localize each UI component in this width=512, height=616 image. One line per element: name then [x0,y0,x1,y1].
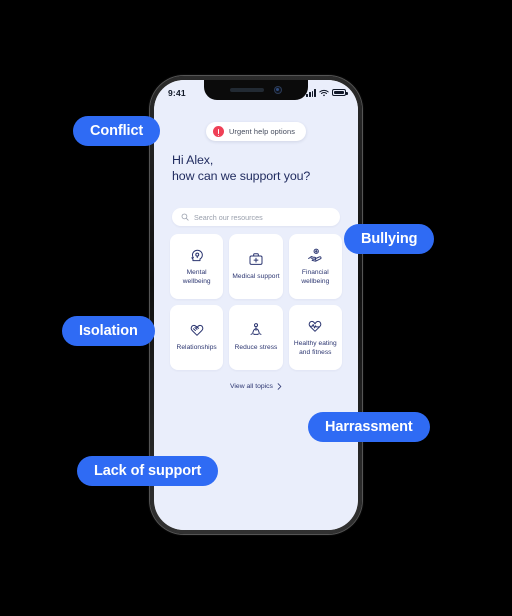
search-icon [181,213,189,221]
search-bar[interactable] [172,208,340,226]
illustration-canvas: 9:41 Urgent help options Hi Alex, how ca… [0,0,512,616]
tag-label: Isolation [79,323,138,339]
topic-card-label: Reduce stress [234,344,278,352]
tag-label: Lack of support [94,463,202,479]
view-all-topics-label: View all topics [230,383,273,390]
heart-handshake-icon [189,322,205,338]
tag-conflict[interactable]: Conflict [73,116,161,146]
tag-isolation[interactable]: Isolation [62,316,155,346]
front-camera-icon [274,86,282,94]
tag-lack-of-support[interactable]: Lack of support [77,456,219,486]
head-mind-pin-icon [189,247,205,263]
battery-full-icon [332,89,348,96]
topic-card-label: Healthy eating and fitness [293,339,337,356]
search-input[interactable] [194,212,331,222]
topic-card-healthy-eating-and-fitness[interactable]: Healthy eating and fitness [288,305,342,370]
tag-label: Harrassment [325,419,413,435]
medical-kit-icon [248,251,264,267]
greeting-line-1: Hi Alex, [172,153,214,167]
topic-card-medical-support[interactable]: Medical support [229,234,283,299]
tag-bullying[interactable]: Bullying [344,224,435,254]
urgent-help-label: Urgent help options [229,127,295,136]
phone-notch [204,80,308,100]
status-bar-time: 9:41 [168,87,186,98]
wifi-icon [319,89,329,96]
meditation-person-icon [248,322,264,338]
earpiece-speaker [230,88,264,92]
heart-pulse-icon [307,318,323,334]
status-bar-icons [306,89,348,97]
topic-card-mental-wellbeing[interactable]: Mental wellbeing [170,234,224,299]
tag-label: Conflict [90,123,144,139]
topic-card-label: Financial wellbeing [301,268,330,285]
tag-harrassment[interactable]: Harrassment [308,412,430,442]
hand-coin-icon [307,247,323,263]
topic-grid: Mental wellbeing Medical support Financi… [170,234,342,370]
chevron-right-icon [277,383,282,390]
view-all-topics-link[interactable]: View all topics [154,383,358,390]
topic-card-label: Relationships [176,344,217,352]
topic-card-reduce-stress[interactable]: Reduce stress [229,305,283,370]
topic-card-label: Medical support [232,273,280,281]
greeting-heading: Hi Alex, how can we support you? [172,152,342,184]
topic-card-financial-wellbeing[interactable]: Financial wellbeing [288,234,342,299]
greeting-line-2: how can we support you? [172,169,311,183]
topic-card-label: Mental wellbeing [182,268,211,285]
urgent-help-options-button[interactable]: Urgent help options [206,122,306,141]
alert-exclamation-icon [213,126,224,137]
tag-label: Bullying [361,231,418,247]
topic-card-relationships[interactable]: Relationships [170,305,224,370]
